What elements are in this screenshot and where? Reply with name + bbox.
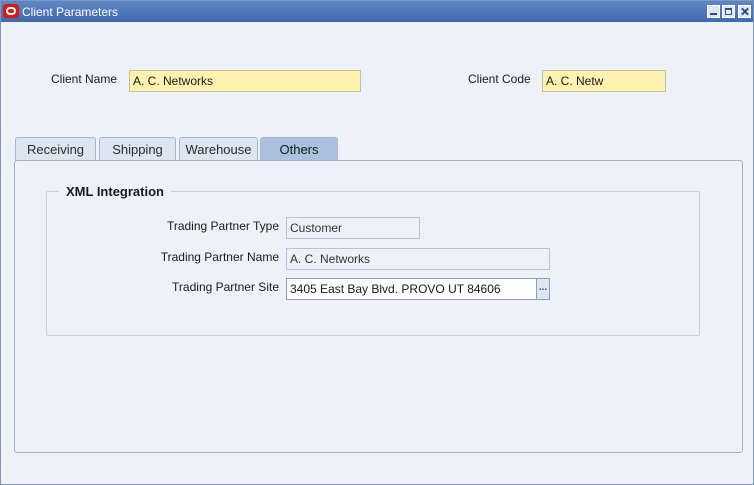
trading-partner-type-field[interactable]: Customer [286, 217, 420, 239]
title-bar[interactable]: Client Parameters [1, 1, 753, 22]
trading-partner-name-field[interactable]: A. C. Networks [286, 248, 550, 270]
list-of-values-button[interactable]: ... [536, 278, 550, 300]
client-code-field[interactable]: A. C. Netw [542, 70, 666, 92]
window-title: Client Parameters [22, 5, 119, 19]
tab-warehouse[interactable]: Warehouse [179, 137, 258, 161]
maximize-icon[interactable] [722, 5, 735, 18]
trading-partner-name-label: Trading Partner Name [160, 250, 279, 264]
trading-partner-site-label: Trading Partner Site [172, 280, 279, 294]
trading-partner-type-label: Trading Partner Type [166, 219, 279, 233]
client-code-label: Client Code [468, 72, 531, 86]
client-name-field[interactable]: A. C. Networks [129, 70, 361, 92]
tab-receiving[interactable]: Receiving [15, 137, 96, 161]
close-icon[interactable] [738, 5, 751, 18]
oracle-app-icon [3, 4, 19, 18]
minimize-icon[interactable] [707, 5, 720, 18]
group-title: XML Integration [59, 184, 171, 199]
tab-shipping[interactable]: Shipping [99, 137, 176, 161]
trading-partner-site-field[interactable]: 3405 East Bay Blvd. PROVO UT 84606 [286, 278, 537, 300]
client-parameters-window: Client Parameters Client Name A. C. Netw… [0, 0, 754, 485]
tab-others[interactable]: Others [260, 137, 338, 161]
client-name-label: Client Name [51, 72, 118, 86]
